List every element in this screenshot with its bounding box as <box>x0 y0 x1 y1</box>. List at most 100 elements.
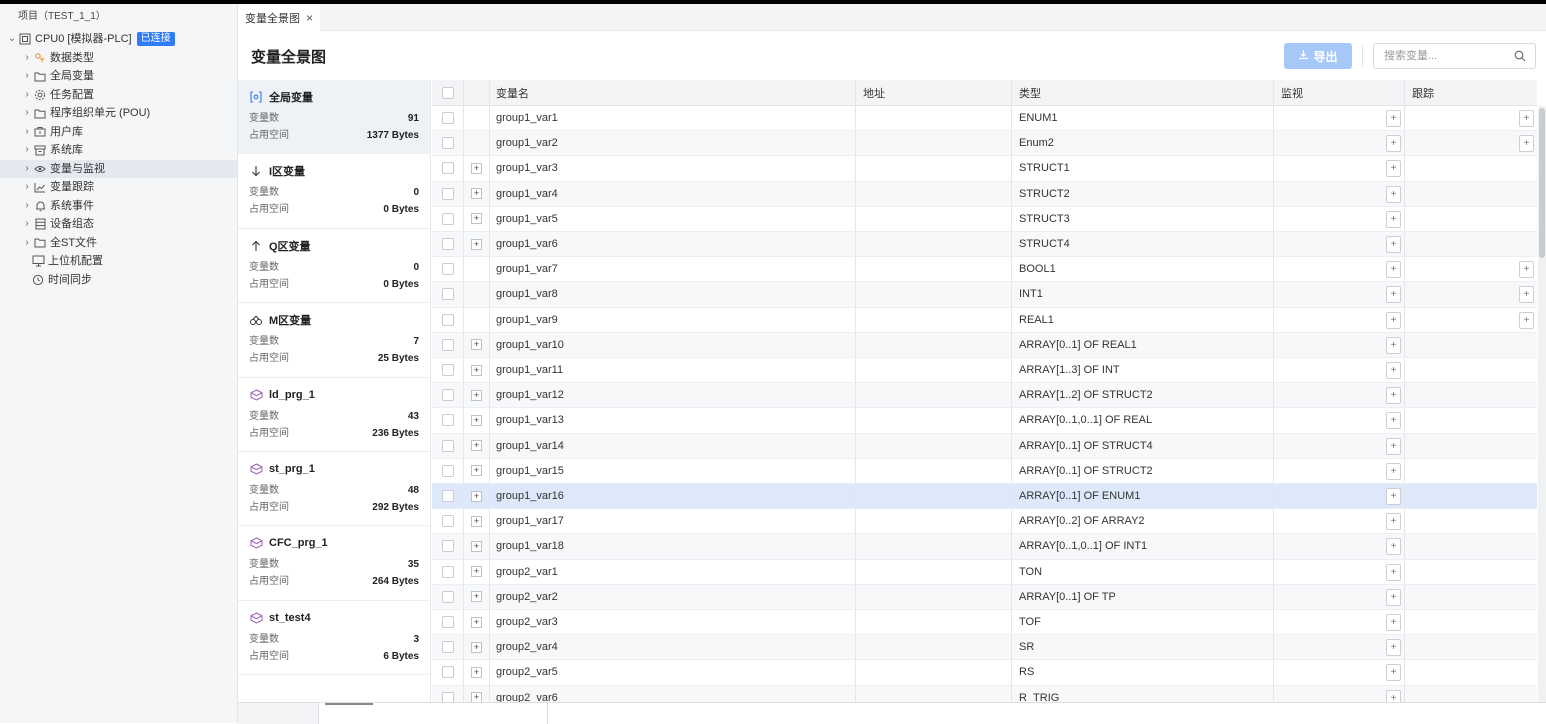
row-checkbox-cell[interactable] <box>432 131 464 156</box>
chevron-right-icon[interactable]: › <box>21 123 33 142</box>
add-monitor-button[interactable]: + <box>1386 261 1401 279</box>
variable-group-card[interactable]: ld_prg_1 变量数 43 占用空间 236 Bytes <box>238 378 430 452</box>
expand-row-button[interactable]: + <box>471 414 482 426</box>
row-checkbox[interactable] <box>441 238 454 251</box>
row-checkbox[interactable] <box>441 162 454 175</box>
expand-row-button[interactable]: + <box>471 616 482 628</box>
row-checkbox-cell[interactable] <box>432 408 464 433</box>
chevron-right-icon[interactable]: › <box>21 215 33 234</box>
row-checkbox-cell[interactable] <box>432 181 464 206</box>
chevron-right-icon[interactable]: › <box>21 104 33 123</box>
row-checkbox-cell[interactable] <box>432 610 464 635</box>
add-monitor-button[interactable]: + <box>1386 210 1401 228</box>
add-monitor-button[interactable]: + <box>1386 588 1401 606</box>
table-row[interactable]: + group1_var17 ARRAY[0..2] OF ARRAY2 + <box>432 509 1537 535</box>
table-row[interactable]: + group1_var14 ARRAY[0..1] OF STRUCT4 + <box>432 433 1537 459</box>
table-row[interactable]: + group1_var6 STRUCT4 + <box>432 232 1537 258</box>
table-row[interactable]: + group1_var18 ARRAY[0..1,0..1] OF INT1 + <box>432 534 1537 560</box>
row-expand-cell[interactable]: + <box>464 610 490 635</box>
table-row[interactable]: + group1_var10 ARRAY[0..1] OF REAL1 + <box>432 332 1537 358</box>
table-row[interactable]: + group1_var16 ARRAY[0..1] OF ENUM1 + <box>432 484 1537 510</box>
variable-group-card[interactable]: Q区变量 变量数 0 占用空间 0 Bytes <box>238 229 430 304</box>
chevron-right-icon[interactable]: › <box>21 160 33 179</box>
row-checkbox[interactable] <box>441 338 454 351</box>
expand-row-button[interactable]: + <box>471 465 482 477</box>
row-checkbox-cell[interactable] <box>432 257 464 282</box>
tree-item[interactable]: › 用户库 <box>0 123 237 142</box>
add-trace-button[interactable]: + <box>1519 311 1534 329</box>
tree-item[interactable]: › 变量与监视 <box>0 159 237 179</box>
row-checkbox[interactable] <box>441 313 454 326</box>
chevron-right-icon[interactable]: › <box>21 49 33 68</box>
row-expand-cell[interactable]: + <box>464 433 490 458</box>
add-monitor-button[interactable]: + <box>1386 160 1401 178</box>
select-all-checkbox-cell[interactable] <box>432 80 464 105</box>
add-monitor-button[interactable]: + <box>1386 135 1401 153</box>
row-expand-cell[interactable]: + <box>464 206 490 231</box>
row-checkbox-cell[interactable] <box>432 106 464 131</box>
table-row[interactable]: group1_var7 BOOL1 + + <box>432 257 1537 283</box>
table-row[interactable]: + group2_var4 SR + <box>432 635 1537 661</box>
row-checkbox[interactable] <box>441 389 454 402</box>
row-checkbox[interactable] <box>441 464 454 477</box>
expand-row-button[interactable]: + <box>471 162 482 174</box>
variable-group-card[interactable]: CFC_prg_1 变量数 35 占用空间 264 Bytes <box>238 526 430 601</box>
add-monitor-button[interactable]: + <box>1386 462 1401 480</box>
row-checkbox-cell[interactable] <box>432 458 464 483</box>
table-row[interactable]: + group2_var6 R_TRIG + <box>432 685 1537 702</box>
tree-item[interactable]: › 程序组织单元 (POU) <box>0 104 237 123</box>
expand-row-button[interactable]: + <box>471 238 482 250</box>
row-expand-cell[interactable]: + <box>464 559 490 584</box>
row-checkbox-cell[interactable] <box>432 206 464 231</box>
row-checkbox[interactable] <box>441 112 454 125</box>
table-row[interactable]: + group1_var3 STRUCT1 + <box>432 156 1537 182</box>
row-checkbox[interactable] <box>441 212 454 225</box>
row-checkbox[interactable] <box>441 187 454 200</box>
chevron-right-icon[interactable]: › <box>21 86 33 105</box>
expand-row-button[interactable]: + <box>471 339 482 351</box>
close-icon[interactable]: × <box>306 11 313 25</box>
chevron-right-icon[interactable]: › <box>21 67 33 86</box>
row-checkbox-cell[interactable] <box>432 559 464 584</box>
row-checkbox[interactable] <box>441 691 454 702</box>
expand-row-button[interactable]: + <box>471 389 482 401</box>
table-row[interactable]: + group1_var13 ARRAY[0..1,0..1] OF REAL + <box>432 408 1537 434</box>
add-monitor-button[interactable]: + <box>1386 689 1401 702</box>
chevron-right-icon[interactable]: › <box>21 234 33 253</box>
expand-row-button[interactable]: + <box>471 540 482 552</box>
tree-item[interactable]: › 系统库 <box>0 141 237 160</box>
row-checkbox[interactable] <box>441 263 454 276</box>
row-expand-cell[interactable]: + <box>464 358 490 383</box>
column-header-trace[interactable]: 跟踪 <box>1405 80 1537 105</box>
add-monitor-button[interactable]: + <box>1386 563 1401 581</box>
row-expand-cell[interactable]: + <box>464 660 490 685</box>
row-checkbox[interactable] <box>441 439 454 452</box>
expand-row-button[interactable]: + <box>471 566 482 578</box>
row-checkbox[interactable] <box>441 364 454 377</box>
row-expand-cell[interactable]: + <box>464 181 490 206</box>
variable-group-card[interactable]: st_prg_1 变量数 48 占用空间 292 Bytes <box>238 452 430 527</box>
row-checkbox-cell[interactable] <box>432 232 464 257</box>
tree-item[interactable]: 时间同步 <box>0 271 237 290</box>
search-icon[interactable] <box>1514 50 1526 65</box>
row-checkbox[interactable] <box>441 666 454 679</box>
add-monitor-button[interactable]: + <box>1386 387 1401 405</box>
table-row[interactable]: + group1_var11 ARRAY[1..3] OF INT + <box>432 358 1537 384</box>
table-row[interactable]: group1_var8 INT1 + + <box>432 282 1537 308</box>
chevron-right-icon[interactable]: › <box>21 178 33 197</box>
variable-group-card[interactable]: 全局变量 变量数 91 占用空间 1377 Bytes <box>238 80 430 155</box>
row-expand-cell[interactable]: + <box>464 332 490 357</box>
row-checkbox-cell[interactable] <box>432 358 464 383</box>
add-monitor-button[interactable]: + <box>1386 110 1401 127</box>
row-checkbox-cell[interactable] <box>432 307 464 332</box>
chevron-right-icon[interactable]: › <box>21 141 33 160</box>
add-monitor-button[interactable]: + <box>1386 336 1401 354</box>
column-header-type[interactable]: 类型 <box>1012 80 1274 105</box>
variable-group-card[interactable]: I区变量 变量数 0 占用空间 0 Bytes <box>238 154 430 229</box>
table-row[interactable]: + group1_var5 STRUCT3 + <box>432 206 1537 232</box>
row-checkbox[interactable] <box>441 490 454 503</box>
add-monitor-button[interactable]: + <box>1386 488 1401 505</box>
table-scrollbar-thumb[interactable] <box>1539 108 1545 258</box>
row-checkbox-cell[interactable] <box>432 635 464 660</box>
column-header-monitor[interactable]: 监视 <box>1274 80 1405 105</box>
